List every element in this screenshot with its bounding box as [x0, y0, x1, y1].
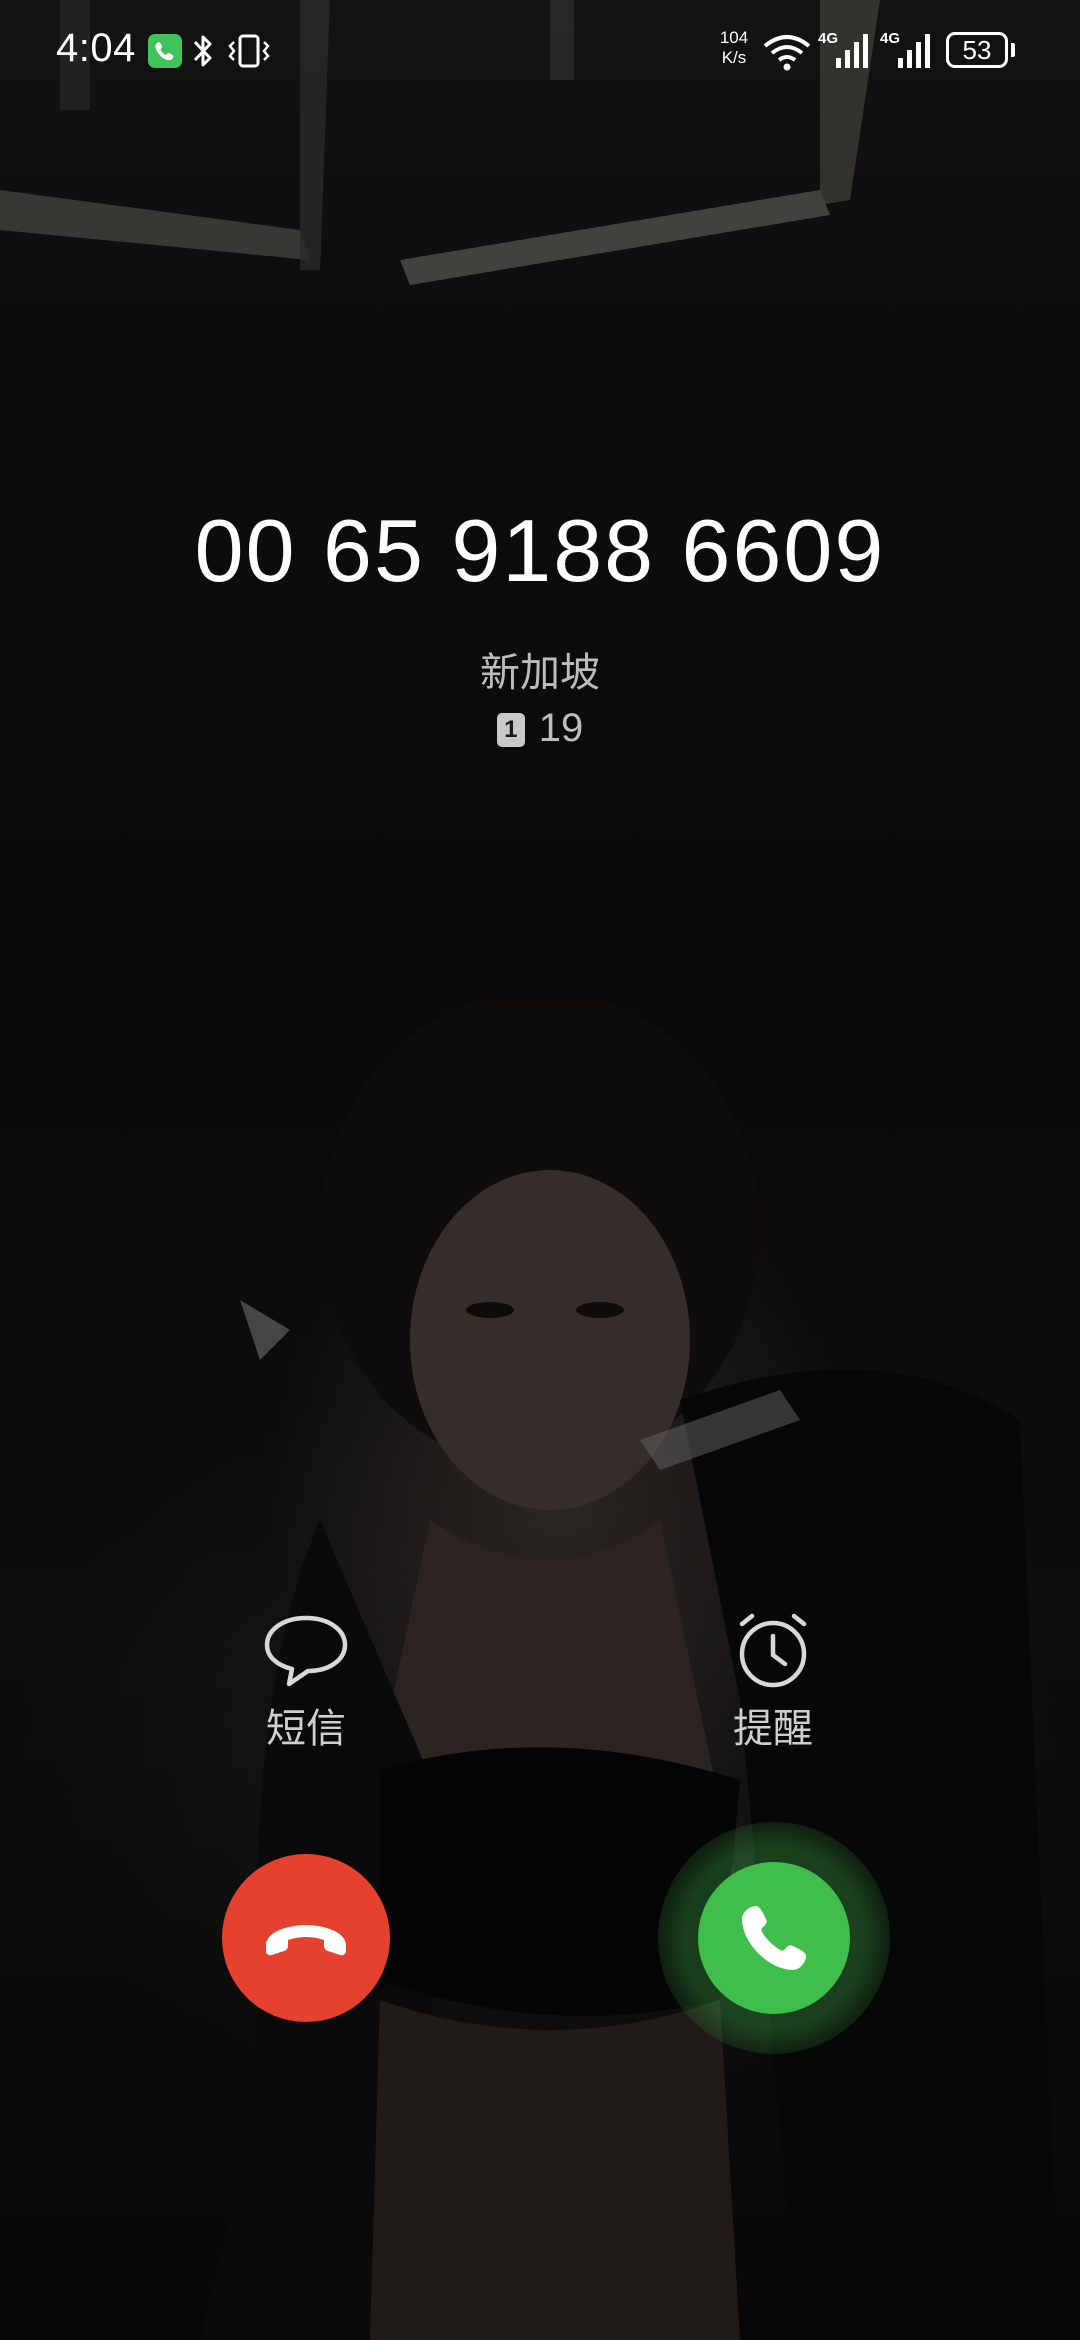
network-speed: 104 K/s [712, 28, 756, 68]
status-time: 4:04 [56, 26, 136, 70]
cellular-signal-sim2: 4G [880, 30, 936, 70]
decline-call-button[interactable] [222, 1854, 390, 2022]
phone-answer-icon [742, 1906, 806, 1970]
sms-label: 短信 [266, 1706, 346, 1752]
hang-up-icon [266, 1925, 346, 1956]
battery-indicator: 53 [946, 32, 1008, 68]
status-bar: 4:04 104 K/s 4G 4G 53 [0, 0, 1080, 110]
cellular-signal-sim1: 4G [818, 30, 874, 70]
network-type-sim2: 4G [880, 30, 901, 47]
network-type-sim1: 4G [818, 30, 839, 47]
reply-sms-action[interactable]: 短信 [206, 1610, 406, 1770]
caller-number: 00 65 9188 6609 [194, 501, 886, 600]
network-speed-unit: K/s [721, 48, 747, 67]
sim-slot-badge: 1 [496, 713, 525, 747]
caller-location: 新加坡 [480, 650, 600, 696]
sim-info-text: 19 [538, 706, 584, 750]
remind-label: 提醒 [733, 1706, 813, 1752]
vibrate-icon [226, 34, 272, 72]
remind-me-action[interactable]: 提醒 [673, 1610, 873, 1770]
sim-info-row: 1 19 [0, 706, 1080, 751]
wallpaper-dim-overlay [0, 0, 1080, 2340]
answer-call-button[interactable] [698, 1862, 850, 2014]
network-speed-value: 104 [719, 28, 749, 47]
phone-call-icon [148, 34, 182, 68]
alarm-clock-icon [739, 1613, 807, 1688]
bluetooth-icon [190, 32, 216, 74]
battery-tip [1011, 43, 1015, 57]
incoming-call-screen: 4:04 104 K/s 4G 4G 53 00 65 9188 6609 新加… [0, 0, 1080, 2340]
wifi-icon [762, 34, 812, 76]
message-bubble-icon [264, 1615, 348, 1687]
